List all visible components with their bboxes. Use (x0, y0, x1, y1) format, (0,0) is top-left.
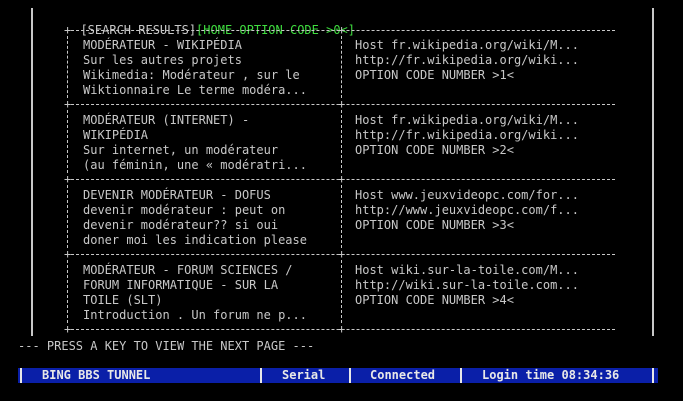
result-snippet-line: (au féminin, une « modératri... (83, 158, 307, 172)
result-url: http://fr.wikipedia.org/wiki... (355, 128, 579, 142)
result-snippet-line: devenir modérateur : peut on (83, 203, 286, 217)
status-divider (460, 368, 462, 383)
cell-corner: + (64, 172, 72, 186)
result-host: Host fr.wikipedia.org/wiki/M... (355, 113, 579, 127)
cell-corner: + (64, 97, 72, 111)
result-details: Host www.jeuxvideopc.com/for... http://ww… (355, 188, 579, 233)
result-snippet-line: Sur les autres projets (83, 53, 242, 67)
result-title-line[interactable]: FORUM INFORMATIQUE - SUR LA (83, 278, 307, 293)
cell-corner: + (64, 23, 72, 37)
cell-corner: + (64, 247, 72, 261)
result-title-line[interactable]: WIKIPÉDIA (83, 128, 307, 143)
status-login-time: Login time 08:34:36 (482, 368, 620, 382)
cell-border (341, 260, 342, 323)
result-host: Host fr.wikipedia.org/wiki/M... (355, 38, 579, 52)
status-divider (260, 368, 262, 383)
result-snippet-line: Introduction . Un forum ne p... (83, 308, 307, 322)
cell-corner: + (338, 97, 346, 111)
result-summary: DEVENIR MODÉRATEUR - DOFUS devenir modéra… (83, 188, 307, 248)
status-bar-right-edge (652, 368, 654, 383)
result-summary: MODÉRATEUR - FORUM SCIENCES / FORUM INFOR… (83, 263, 307, 323)
result-option-code[interactable]: OPTION CODE NUMBER >3< (355, 218, 579, 233)
result-title-line[interactable]: DEVENIR MODÉRATEUR - DOFUS (83, 188, 307, 203)
cell-corner: + (338, 247, 346, 261)
result-title-line[interactable]: MODÉRATEUR - WIKIPÉDIA (83, 38, 307, 53)
cell-border (341, 110, 342, 173)
frame-left-border (31, 8, 33, 336)
status-connection: Connected (370, 368, 436, 382)
result-details: Host fr.wikipedia.org/wiki/M... http://fr… (355, 113, 579, 158)
status-bbs-name: BING BBS TUNNEL (42, 368, 151, 382)
cell-border (67, 36, 68, 98)
cell-corner: + (338, 322, 346, 336)
result-url: http://wiki.sur-la-toile.com... (355, 278, 579, 292)
result-option-code[interactable]: OPTION CODE NUMBER >1< (355, 68, 579, 83)
frame-right-border (652, 8, 654, 336)
cell-border (341, 36, 342, 98)
result-snippet-line: devenir modérateur?? si oui (83, 218, 279, 232)
result-option-code[interactable]: OPTION CODE NUMBER >4< (355, 293, 579, 308)
cell-corner: + (64, 322, 72, 336)
status-mode: Serial (282, 368, 326, 382)
result-host: Host www.jeuxvideopc.com/for... (355, 188, 579, 202)
result-snippet-line: Sur internet, un modérateur (83, 143, 279, 157)
cell-corner: + (338, 23, 346, 37)
result-snippet-line: Wikimedia: Modérateur , sur le (83, 68, 300, 82)
result-details: Host fr.wikipedia.org/wiki/M... http://fr… (355, 38, 579, 83)
status-divider (349, 368, 351, 383)
cell-border (67, 185, 68, 248)
result-summary: MODÉRATEUR - WIKIPÉDIA Sur les autres pro… (83, 38, 307, 98)
cell-border (341, 185, 342, 248)
result-option-code[interactable]: OPTION CODE NUMBER >2< (355, 143, 579, 158)
result-details: Host wiki.sur-la-toile.com/M... http://wi… (355, 263, 579, 308)
result-summary: MODÉRATEUR (INTERNET) - WIKIPÉDIA Sur inte… (83, 113, 307, 173)
cell-border (67, 110, 68, 173)
status-bar: BING BBS TUNNEL Serial Connected Login t… (18, 368, 658, 383)
page-title: [SEARCH RESULTS][HOME OPTION CODE >0<] (66, 8, 355, 38)
cell-corner: + (338, 172, 346, 186)
status-bar-left-edge (20, 368, 22, 383)
result-host: Host wiki.sur-la-toile.com/M... (355, 263, 579, 277)
cell-border (67, 260, 68, 323)
result-snippet-line: Wiktionnaire Le terme modéra... (83, 83, 307, 97)
next-page-prompt[interactable]: --- PRESS A KEY TO VIEW THE NEXT PAGE --… (18, 339, 314, 354)
result-title-line[interactable]: MODÉRATEUR (INTERNET) - (83, 113, 307, 128)
result-snippet-line: doner moi les indication please (83, 233, 307, 247)
result-url: http://fr.wikipedia.org/wiki... (355, 53, 579, 67)
result-title-line[interactable]: MODÉRATEUR - FORUM SCIENCES / (83, 263, 307, 278)
result-title-line[interactable]: TOILE (SLT) (83, 293, 307, 308)
result-url: http://www.jeuxvideopc.com/f... (355, 203, 579, 217)
